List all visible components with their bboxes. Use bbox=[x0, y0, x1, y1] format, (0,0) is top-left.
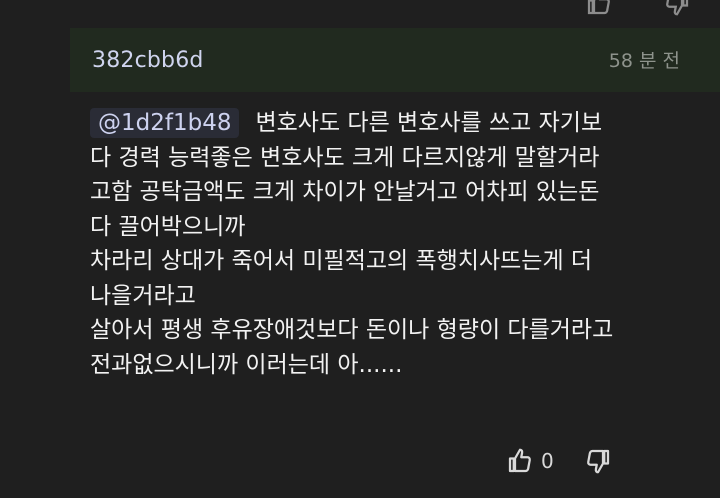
thread-indent bbox=[0, 0, 70, 498]
comment-text-7: 살아서 평생 후유장애것보다 돈이나 형량이 다를거라고 bbox=[90, 317, 614, 343]
comment-actions: 0 bbox=[505, 446, 655, 482]
comment-text-6: 나을거라고 bbox=[90, 282, 196, 309]
thumbs-up-icon bbox=[508, 448, 531, 473]
comment-text-3: 고함 공탁금액도 크게 차이가 안날거고 어차피 있는돈 bbox=[90, 179, 600, 205]
comment-page: 382cbb6d 58 분 전 @1d2f1b48 변호사도 다른 변호사를 쓰고… bbox=[0, 0, 720, 498]
like-icon-svg bbox=[587, 0, 610, 15]
like-button[interactable]: 0 bbox=[505, 446, 554, 476]
comment-text-5: 차라리 상대가 죽어서 미필적고의 폭행치사뜨는게 더 bbox=[90, 248, 593, 274]
dislike-button[interactable] bbox=[583, 446, 613, 476]
dislike-icon-svg bbox=[666, 0, 689, 16]
comment-text-8: 전과없으시니까 이러는데 아...... bbox=[90, 351, 403, 378]
comment-header: 382cbb6d 58 분 전 bbox=[70, 28, 720, 92]
user-mention[interactable]: @1d2f1b48 bbox=[90, 108, 240, 138]
timestamp: 58 분 전 bbox=[608, 50, 680, 72]
comment-line-1: @1d2f1b48 변호사도 다른 변호사를 쓰고 자기보 bbox=[90, 106, 705, 141]
previous-comment-actions bbox=[580, 0, 720, 16]
thumbs-down-icon bbox=[587, 449, 610, 474]
comment-text-1: 변호사도 다른 변호사를 쓰고 자기보 bbox=[255, 110, 603, 136]
reply-comment: 382cbb6d 58 분 전 @1d2f1b48 변호사도 다른 변호사를 쓰고… bbox=[70, 28, 720, 498]
comment-body: @1d2f1b48 변호사도 다른 변호사를 쓰고 자기보 다 경력 능력좋은 변… bbox=[90, 106, 705, 382]
comment-text-4: 다 끌어박으니까 bbox=[90, 213, 246, 240]
like-icon[interactable] bbox=[584, 0, 614, 22]
comment-text-2: 다 경력 능력좋은 변호사도 크게 다르지않게 말할거라 bbox=[90, 144, 600, 171]
dislike-icon[interactable] bbox=[662, 0, 692, 22]
like-count: 0 bbox=[541, 449, 554, 473]
username[interactable]: 382cbb6d bbox=[92, 48, 204, 73]
